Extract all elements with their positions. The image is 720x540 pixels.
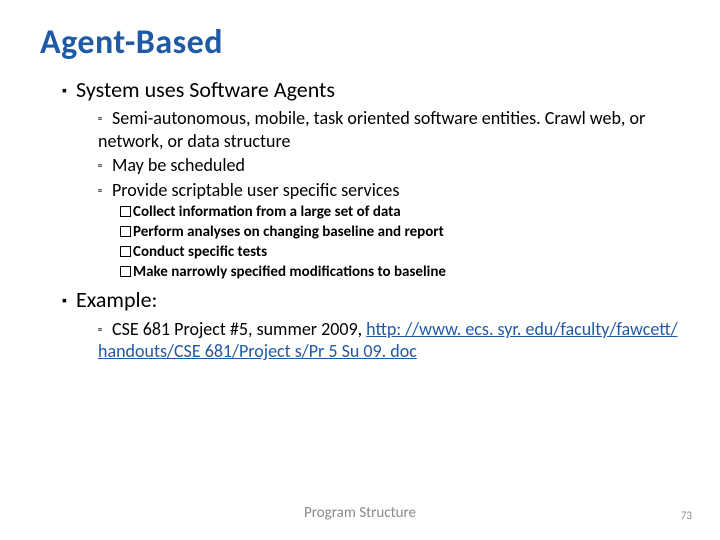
bullet-l2: ▫CSE 681 Project #5, summer 2009, http: … [98, 318, 680, 363]
slide-title: Agent-Based [40, 22, 680, 63]
hollow-square-icon: ▫ [98, 323, 112, 337]
hollow-square-icon: ▫ [98, 184, 112, 198]
square-bullet-icon: ▪ [62, 293, 76, 310]
checkbox-icon [120, 266, 131, 277]
bullet-l2: ▫Semi-autonomous, mobile, task oriented … [98, 107, 680, 152]
bullet-text: May be scheduled [112, 154, 245, 176]
bullet-text: Provide scriptable user specific service… [112, 179, 399, 201]
bullet-l3: Conduct specific tests [120, 243, 680, 262]
bullet-group-2: ▪Example: ▫CSE 681 Project #5, summer 20… [40, 287, 680, 362]
hollow-square-icon: ▫ [98, 112, 112, 126]
bullet-text: Example: [76, 286, 157, 313]
bullet-l2: ▫May be scheduled [98, 154, 680, 177]
page-number: 73 [681, 509, 692, 522]
bullet-l1: ▪System uses Software Agents [62, 77, 680, 103]
bullet-l3: Perform analyses on changing baseline an… [120, 223, 680, 242]
bullet-group-1: ▪System uses Software Agents ▫Semi-auton… [40, 77, 680, 281]
footer-text: Program Structure [0, 504, 720, 522]
bullet-l3: Collect information from a large set of … [120, 203, 680, 222]
checkbox-icon [120, 206, 131, 217]
bullet-l3: Make narrowly specified modifications to… [120, 263, 680, 282]
slide: Agent-Based ▪System uses Software Agents… [0, 0, 720, 540]
example-prefix: CSE 681 Project #5, summer 2009, [112, 318, 366, 340]
bullet-text: Conduct specific tests [133, 243, 267, 261]
hollow-square-icon: ▫ [98, 159, 112, 173]
bullet-text: Make narrowly specified modifications to… [133, 263, 446, 281]
bullet-text: Perform analyses on changing baseline an… [133, 223, 444, 241]
checkbox-icon [120, 226, 131, 237]
bullet-l1: ▪Example: [62, 287, 680, 313]
bullet-text: Collect information from a large set of … [133, 203, 401, 221]
checkbox-icon [120, 246, 131, 257]
square-bullet-icon: ▪ [62, 83, 76, 100]
bullet-l2: ▫Provide scriptable user specific servic… [98, 179, 680, 202]
bullet-text: System uses Software Agents [76, 76, 335, 103]
bullet-text: Semi-autonomous, mobile, task oriented s… [98, 107, 645, 152]
bullet-text: CSE 681 Project #5, summer 2009, http: /… [98, 318, 678, 363]
